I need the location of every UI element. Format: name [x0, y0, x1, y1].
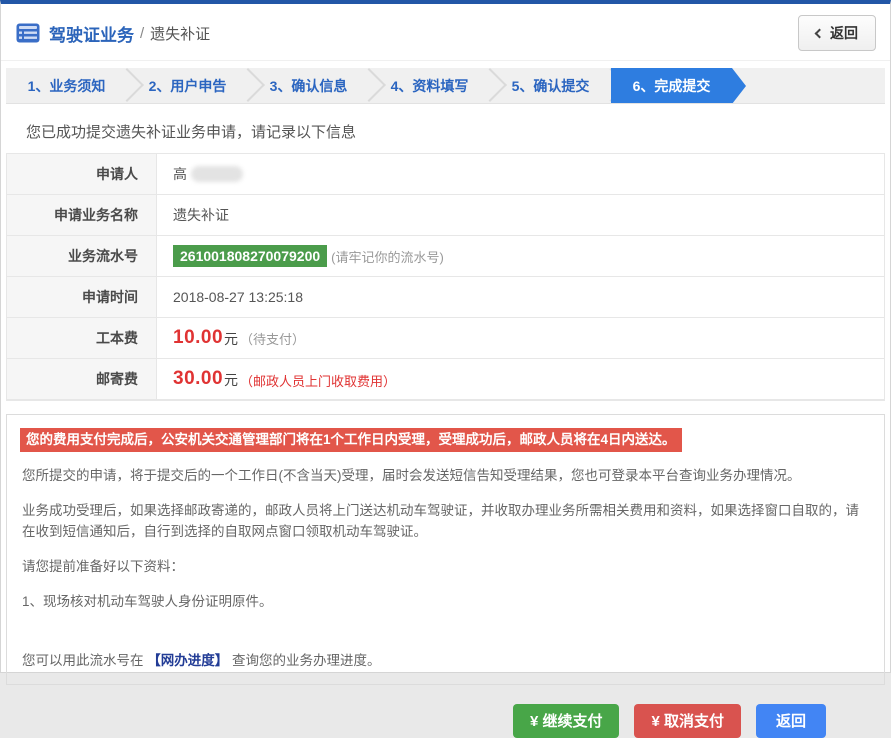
fee-status-note: （待支付）: [240, 329, 305, 348]
notice-paragraph: 业务成功受理后，如果选择邮政寄递的，邮政人员将上门送达机动车驾驶证，并收取办理业…: [22, 501, 869, 543]
chevron-left-icon: [815, 28, 825, 38]
row-label: 工本费: [7, 318, 157, 358]
fee-amount: 30.00: [173, 368, 223, 390]
breadcrumb-current: 遗失补证: [150, 23, 210, 44]
row-label: 申请时间: [7, 277, 157, 317]
header-back-button-label: 返回: [830, 23, 858, 43]
step-label: 6、完成提交: [633, 76, 711, 96]
fee-unit: 元: [224, 329, 238, 349]
notice-box: 您的费用支付完成后，公安机关交通管理部门将在1个工作日内受理，受理成功后，邮政人…: [6, 414, 885, 685]
table-row-serial-number: 业务流水号 261001808270079200 (请牢记你的流水号): [7, 236, 884, 277]
row-label: 申请人: [7, 154, 157, 194]
row-value: 10.00 元 （待支付）: [157, 318, 305, 358]
payment-deadline-banner: 您的费用支付完成后，公安机关交通管理部门将在1个工作日内受理，受理成功后，邮政人…: [20, 428, 682, 452]
step-1-business-notice: 1、业务须知: [6, 68, 127, 103]
row-value: 高: [157, 154, 243, 194]
progress-prefix: 您可以用此流水号在: [22, 653, 144, 668]
table-row-production-fee: 工本费 10.00 元 （待支付）: [7, 318, 884, 359]
page-container: 驾驶证业务 / 遗失补证 返回 1、业务须知 2、用户申告 3、确认信息 4、资…: [0, 0, 891, 673]
postage-note: （邮政人员上门收取费用）: [240, 371, 396, 390]
notice-paragraph: 1、现场核对机动车驾驶人身份证明原件。: [22, 592, 869, 613]
step-5-confirm-submit: 5、确认提交: [490, 68, 611, 103]
step-6-complete-submit-active: 6、完成提交: [611, 68, 732, 103]
online-progress-link[interactable]: 【网办进度】: [147, 653, 228, 668]
progress-suffix: 查询您的业务办理进度。: [232, 653, 381, 668]
step-label: 5、确认提交: [512, 76, 590, 96]
fee-amount: 10.00: [173, 327, 223, 349]
step-label: 2、用户申告: [149, 76, 227, 96]
notice-paragraph: 您所提交的申请，将于提交后的一个工作日(不含当天)受理，届时会发送短信告知受理结…: [22, 466, 869, 487]
row-label: 申请业务名称: [7, 195, 157, 235]
progress-query-line: 您可以用此流水号在 【网办进度】 查询您的业务办理进度。: [22, 651, 869, 672]
row-value: 261001808270079200 (请牢记你的流水号): [157, 236, 444, 276]
success-message: 您已成功提交遗失补证业务申请，请记录以下信息: [26, 121, 890, 142]
breadcrumb-separator: /: [140, 25, 144, 42]
breadcrumb-section: 驾驶证业务: [49, 21, 134, 46]
fee-unit: 元: [224, 370, 238, 390]
applicant-name: 高: [173, 164, 187, 184]
header-back-button[interactable]: 返回: [798, 15, 876, 51]
row-value: 2018-08-27 13:25:18: [157, 277, 303, 317]
table-row-applicant: 申请人 高: [7, 154, 884, 195]
return-button[interactable]: 返回: [756, 704, 826, 738]
redacted-name-blur: [191, 166, 243, 182]
serial-note: (请牢记你的流水号): [331, 247, 444, 266]
serial-number-badge: 261001808270079200: [173, 245, 327, 267]
table-row-apply-time: 申请时间 2018-08-27 13:25:18: [7, 277, 884, 318]
row-label: 业务流水号: [7, 236, 157, 276]
row-label: 邮寄费: [7, 359, 157, 399]
cancel-payment-button[interactable]: ¥ 取消支付: [634, 704, 741, 738]
step-2-user-declaration: 2、用户申告: [127, 68, 248, 103]
table-row-business-name: 申请业务名称 遗失补证: [7, 195, 884, 236]
footer-actions: ¥ 继续支付 ¥ 取消支付 返回: [1, 685, 890, 738]
header: 驾驶证业务 / 遗失补证 返回: [1, 4, 890, 61]
row-value: 30.00 元 （邮政人员上门收取费用）: [157, 359, 396, 399]
step-label: 4、资料填写: [391, 76, 469, 96]
step-3-confirm-info: 3、确认信息: [248, 68, 369, 103]
list-icon: [16, 23, 40, 43]
step-wizard: 1、业务须知 2、用户申告 3、确认信息 4、资料填写 5、确认提交 6、完成提…: [6, 68, 885, 104]
row-value: 遗失补证: [157, 195, 229, 235]
step-label: 3、确认信息: [270, 76, 348, 96]
table-row-postage-fee: 邮寄费 30.00 元 （邮政人员上门收取费用）: [7, 359, 884, 400]
notice-paragraph: 请您提前准备好以下资料：: [22, 557, 869, 578]
application-info-table: 申请人 高 申请业务名称 遗失补证 业务流水号 2610018082700792…: [6, 153, 885, 401]
step-4-fill-materials: 4、资料填写: [369, 68, 490, 103]
step-label: 1、业务须知: [28, 76, 106, 96]
continue-payment-button[interactable]: ¥ 继续支付: [513, 704, 620, 738]
